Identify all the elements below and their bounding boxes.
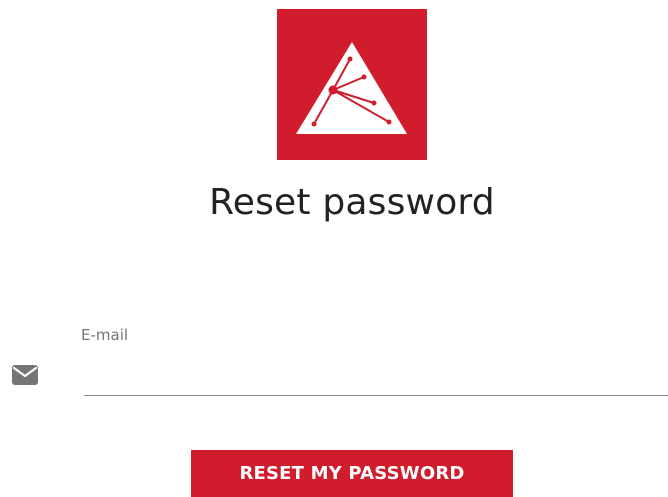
- triangle-network-logo-icon: [296, 42, 407, 134]
- page-title: Reset password: [209, 182, 495, 223]
- envelope-icon: [11, 364, 39, 386]
- reset-password-button[interactable]: RESET MY PASSWORD: [191, 450, 513, 497]
- brand-logo: [277, 9, 427, 160]
- email-input[interactable]: [84, 352, 668, 396]
- email-label: E-mail: [81, 326, 129, 344]
